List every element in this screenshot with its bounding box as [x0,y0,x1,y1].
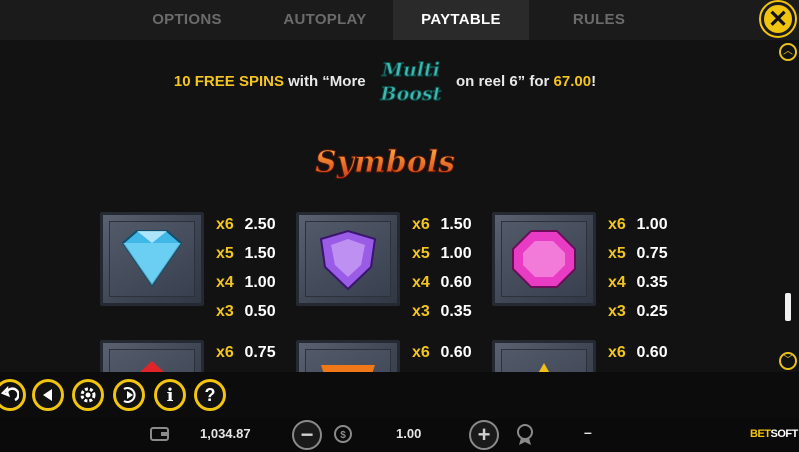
symbol-tile-yellow-gem [492,340,596,372]
symbol-tile-purple-gem [296,212,400,306]
promo-text-3: ! [591,72,597,90]
svg-text:Symbols: Symbols [315,145,455,180]
rewind-button[interactable] [32,379,64,411]
free-spins-promo: 10 FREE SPINS with “More Multi Boost on … [0,59,770,106]
chevron-up-icon: ︿ [783,46,793,57]
rewind-icon [43,389,52,401]
plus-icon: + [477,422,491,447]
info-button[interactable]: i [154,379,186,411]
pays-blue-diamond: x6 2.50 x5 1.50 x4 1.00 x3 0.50 [216,216,276,320]
wallet-icon [150,427,169,441]
promo-free-spins: 10 FREE SPINS [173,72,284,90]
pays-red-gem: x6 0.75 [216,344,276,361]
back-icon [1,386,19,402]
spin-button[interactable] [113,379,145,411]
purple-gem-icon [319,229,377,291]
decrease-bet-button[interactable]: − [292,420,322,450]
bet-value: 1.00 [396,426,422,441]
svg-text:$: $ [340,430,346,441]
pays-purple-gem: x6 1.50 x5 1.00 x4 0.60 x3 0.35 [412,216,472,320]
red-gem-icon [140,361,164,372]
info-icon: i [166,384,174,406]
symbols-heading: Symbols [314,145,455,181]
symbol-tile-pink-gem [492,212,596,306]
multi-boost-logo: Multi Boost [379,59,442,106]
svg-text:Multi: Multi [381,59,440,81]
pays-orange-gem: x6 0.60 [412,344,472,361]
yellow-gem-icon [538,363,550,372]
settings-button[interactable] [72,379,104,411]
tab-paytable[interactable]: PAYTABLE [393,0,529,40]
scroll-up-button[interactable]: ︿ [779,43,797,61]
blue-diamond-icon [121,230,183,287]
win-award-icon [517,424,533,445]
brand-logo: BETSOFT [750,428,798,440]
symbol-tile-orange-gem [296,340,400,372]
promo-text-1: with “More [283,72,370,90]
minus-icon: − [300,422,314,447]
symbol-tile-red-gem [100,340,204,372]
symbol-tile-blue-diamond [100,212,204,306]
settings-icon [80,387,96,403]
scroll-down-button[interactable]: ﹀ [779,352,797,370]
win-value: – [584,424,592,440]
promo-price: 67.00 [553,72,592,90]
tab-rules[interactable]: RULES [536,0,662,40]
coins-icon: $ [334,425,352,443]
symbols-row-2-clip: x6 0.75 x6 0.60 x6 0.60 [0,340,770,372]
scrollbar-thumb[interactable] [785,293,791,321]
balance-value: 1,034.87 [200,426,251,441]
pays-pink-gem: x6 1.00 x5 0.75 x4 0.35 x3 0.25 [608,216,668,320]
play-icon [123,387,136,403]
promo-text-2: on reel 6” for [451,72,554,90]
close-icon: ✕ [767,5,789,33]
tab-bar: OPTIONS AUTOPLAY PAYTABLE RULES [0,0,799,40]
chevron-down-icon: ﹀ [783,355,793,366]
tab-options[interactable]: OPTIONS [124,0,250,40]
pink-gem-icon [512,230,576,288]
tab-autoplay[interactable]: AUTOPLAY [262,0,388,40]
orange-gem-icon [321,365,375,372]
help-icon: ? [204,384,216,405]
svg-text:Boost: Boost [379,83,441,105]
pays-yellow-gem: x6 0.60 [608,344,668,361]
help-button[interactable]: ? [194,379,226,411]
increase-bet-button[interactable]: + [469,420,499,450]
close-button[interactable]: ✕ [759,0,797,38]
